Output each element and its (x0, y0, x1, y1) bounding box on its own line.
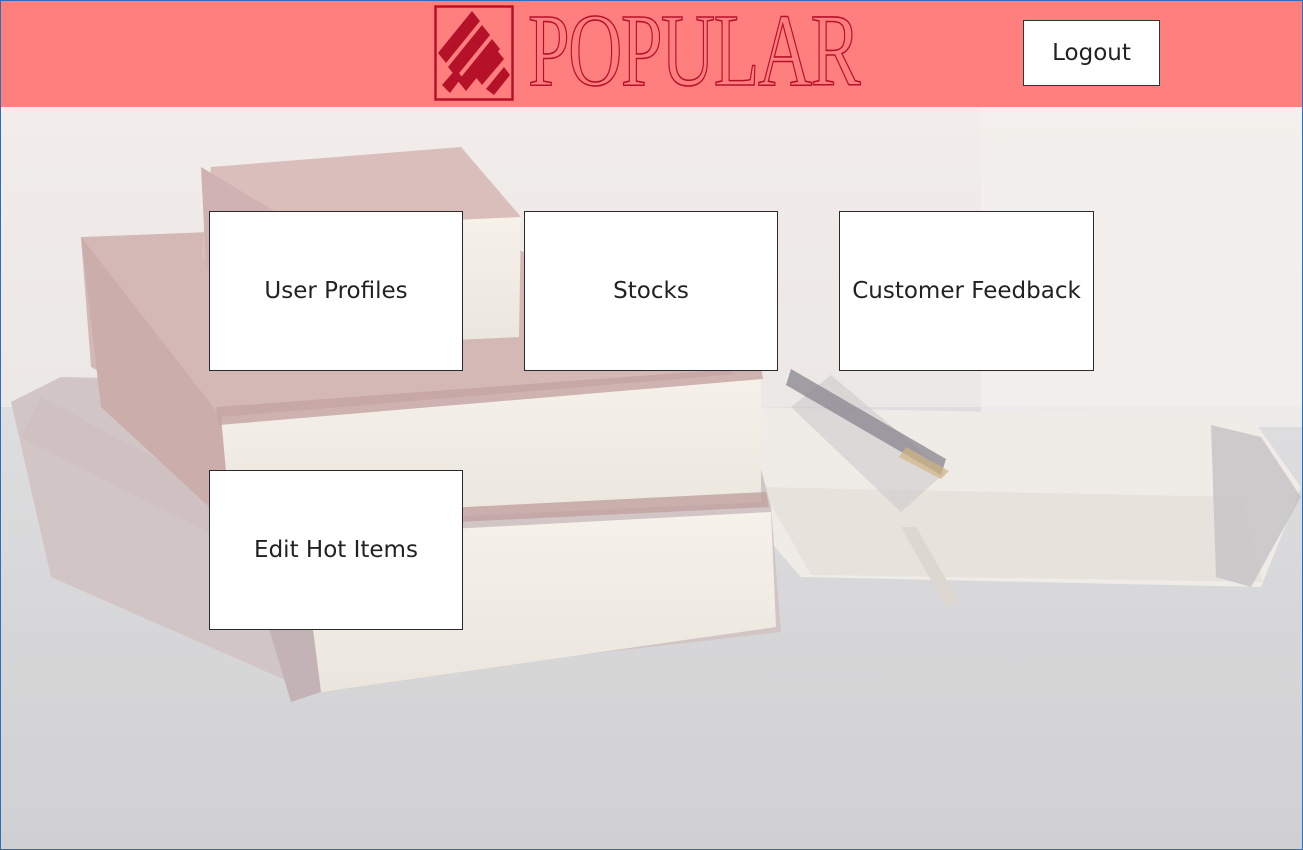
logo-mark-icon (434, 5, 514, 101)
logo-wordmark: POPULAR (527, 0, 861, 108)
stocks-button[interactable]: Stocks (524, 211, 778, 371)
app-window: POPULAR Logout User Profiles Stocks Cust… (0, 0, 1303, 850)
edit-hot-items-button[interactable]: Edit Hot Items (209, 470, 463, 630)
popular-logo: POPULAR (434, 1, 868, 103)
customer-feedback-button[interactable]: Customer Feedback (839, 211, 1094, 371)
logout-button[interactable]: Logout (1023, 20, 1160, 86)
user-profiles-button[interactable]: User Profiles (209, 211, 463, 371)
top-header-bar: POPULAR Logout (1, 1, 1302, 107)
